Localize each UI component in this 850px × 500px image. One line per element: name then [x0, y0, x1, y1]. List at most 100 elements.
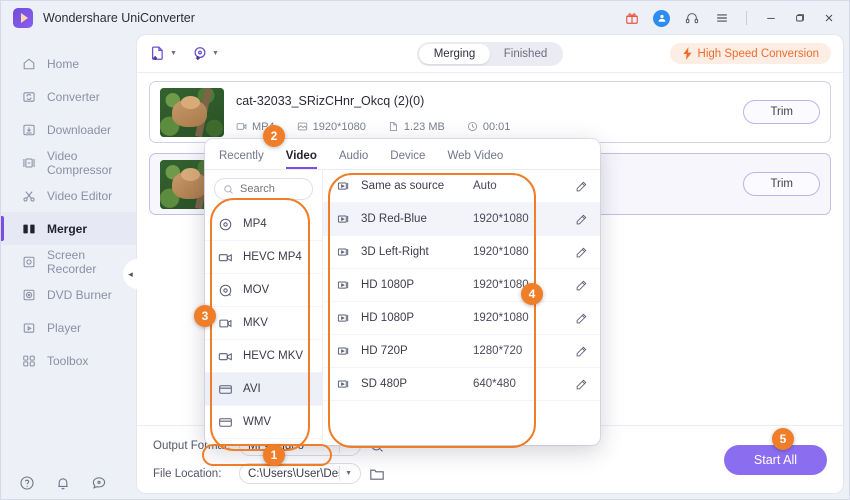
- resolution-icon: [297, 122, 307, 131]
- list-item[interactable]: HD 1080P 1920*1080: [323, 269, 600, 302]
- gift-icon[interactable]: [623, 10, 640, 27]
- sidebar-item-video-editor[interactable]: Video Editor: [1, 179, 137, 212]
- annotation-badge-4: 4: [521, 283, 543, 305]
- tab-device[interactable]: Device: [390, 150, 425, 169]
- format-label: WMV: [243, 416, 272, 428]
- search-box[interactable]: [214, 178, 313, 200]
- support-headset-icon[interactable]: [683, 10, 700, 27]
- list-item[interactable]: HEVC MKV: [205, 340, 322, 373]
- file-duration-value: 00:01: [482, 120, 511, 133]
- preset-icon: [337, 278, 352, 292]
- list-item[interactable]: HD 720P 1280*720: [323, 335, 600, 368]
- list-item[interactable]: Same as source Auto: [323, 170, 600, 203]
- application-window: Wondershare UniConverter Home Converter …: [0, 0, 850, 500]
- trim-button[interactable]: Trim: [743, 100, 820, 124]
- mov-icon: [218, 283, 233, 298]
- annotation-badge-3: 3: [194, 305, 216, 327]
- list-item[interactable]: 3D Red-Blue 1920*1080: [323, 203, 600, 236]
- format-label: MOV: [243, 284, 270, 296]
- tab-web-video[interactable]: Web Video: [447, 150, 503, 169]
- feedback-icon[interactable]: [91, 475, 107, 491]
- file-location-row: File Location: C:\Users\User\Desktop ▼: [153, 463, 385, 484]
- resolution-size: 640*480: [473, 378, 516, 390]
- list-item[interactable]: MKV: [205, 307, 322, 340]
- sidebar-item-player[interactable]: Player: [1, 311, 137, 344]
- home-icon: [21, 56, 36, 71]
- maximize-button[interactable]: [792, 10, 808, 26]
- tab-merging[interactable]: Merging: [419, 43, 490, 64]
- file-resolution: 1920*1080: [297, 121, 366, 133]
- high-speed-label: High Speed Conversion: [697, 47, 819, 60]
- edit-preset-icon[interactable]: [575, 279, 588, 292]
- list-item[interactable]: MP4: [205, 208, 322, 241]
- format-label: MP4: [243, 218, 267, 230]
- recorder-icon: [21, 254, 36, 269]
- sidebar-bottom-icons: [1, 475, 137, 491]
- annotation-badge-1: 1: [263, 444, 285, 466]
- editor-icon: [21, 188, 36, 203]
- tab-audio[interactable]: Audio: [339, 150, 368, 169]
- format-category-tabs: Recently Video Audio Device Web Video: [205, 139, 600, 170]
- trim-button[interactable]: Trim: [743, 172, 820, 196]
- account-avatar[interactable]: [653, 9, 670, 27]
- sidebar-item-toolbox[interactable]: Toolbox: [1, 344, 137, 377]
- add-disc-icon: [191, 45, 209, 63]
- file-size-value: 1.23 MB: [403, 120, 445, 133]
- tab-finished[interactable]: Finished: [490, 44, 561, 64]
- tab-recently[interactable]: Recently: [219, 150, 264, 169]
- list-item[interactable]: AVI: [205, 373, 322, 406]
- toolbox-icon: [21, 353, 36, 368]
- sidebar-item-home[interactable]: Home: [1, 47, 137, 80]
- main-panel: ▼ ▼ Merging Finished High Speed Conversi…: [137, 35, 843, 493]
- edit-preset-icon[interactable]: [575, 180, 588, 193]
- add-files-button[interactable]: ▼: [149, 45, 177, 63]
- compressor-icon: [21, 155, 36, 170]
- menu-icon[interactable]: [713, 10, 730, 27]
- resolution-label: SD 480P: [361, 378, 408, 390]
- list-item[interactable]: HD 1080P 1920*1080: [323, 302, 600, 335]
- table-row[interactable]: cat-32033_SRizCHnr_Okcq (2)(0) MP4 1920*…: [149, 81, 831, 143]
- file-size: 1.23 MB: [388, 121, 445, 133]
- file-location-select[interactable]: C:\Users\User\Desktop ▼: [239, 463, 361, 484]
- list-item[interactable]: SD 480P 640*480: [323, 368, 600, 401]
- sidebar-item-dvd-burner[interactable]: DVD Burner: [1, 278, 137, 311]
- add-disc-button[interactable]: ▼: [191, 45, 219, 63]
- wmv-icon: [218, 415, 233, 430]
- format-list: MP4 HEVC MP4 MOV MKV HEVC MKV AVI WMV: [205, 208, 322, 445]
- start-all-button[interactable]: Start All: [723, 444, 827, 475]
- edit-preset-icon[interactable]: [575, 378, 588, 391]
- list-item[interactable]: MXV: [205, 439, 322, 445]
- sidebar-item-screen-recorder[interactable]: Screen Recorder: [1, 245, 137, 278]
- list-item[interactable]: MOV: [205, 274, 322, 307]
- format-popup-body: MP4 HEVC MP4 MOV MKV: [205, 170, 600, 445]
- close-button[interactable]: [821, 10, 837, 26]
- search-input[interactable]: [240, 183, 304, 195]
- edit-preset-icon[interactable]: [575, 312, 588, 325]
- app-title: Wondershare UniConverter: [43, 11, 195, 25]
- sidebar-item-label: Toolbox: [47, 353, 89, 368]
- high-speed-conversion-badge[interactable]: High Speed Conversion: [669, 43, 831, 64]
- avi-icon: [218, 382, 233, 397]
- tab-video[interactable]: Video: [285, 150, 317, 169]
- resolution-size: 1920*1080: [473, 312, 529, 324]
- folder-icon[interactable]: [369, 466, 385, 482]
- format-label: MKV: [243, 317, 268, 329]
- list-item[interactable]: WMV: [205, 406, 322, 439]
- edit-preset-icon[interactable]: [575, 213, 588, 226]
- sidebar-item-video-compressor[interactable]: Video Compressor: [1, 146, 137, 179]
- notification-bell-icon[interactable]: [55, 475, 71, 491]
- resolution-size: Auto: [473, 180, 497, 192]
- file-location-value: C:\Users\User\Desktop: [248, 467, 340, 480]
- search-container: [205, 170, 322, 208]
- sidebar-item-downloader[interactable]: Downloader: [1, 113, 137, 146]
- minimize-button[interactable]: [763, 10, 779, 26]
- format-label: AVI: [243, 383, 261, 395]
- list-item[interactable]: 3D Left-Right 1920*1080: [323, 236, 600, 269]
- edit-preset-icon[interactable]: [575, 345, 588, 358]
- help-icon[interactable]: [19, 475, 35, 491]
- list-item[interactable]: HEVC MP4: [205, 241, 322, 274]
- sidebar-item-merger[interactable]: Merger: [1, 212, 137, 245]
- converter-icon: [21, 89, 36, 104]
- edit-preset-icon[interactable]: [575, 246, 588, 259]
- sidebar-item-converter[interactable]: Converter: [1, 80, 137, 113]
